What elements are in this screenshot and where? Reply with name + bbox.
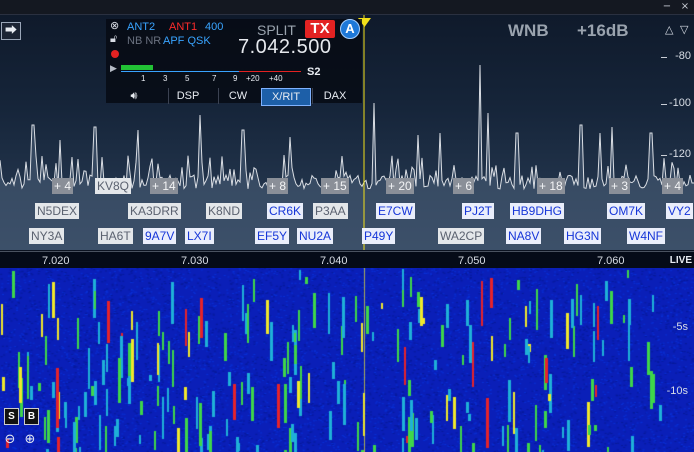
- freq-tick-label: 7.020: [42, 255, 70, 267]
- s-scale-3: 3: [163, 74, 168, 83]
- spot-label[interactable]: W4NF: [627, 228, 665, 244]
- live-label[interactable]: LIVE: [670, 255, 692, 266]
- wnb-label[interactable]: WNB: [508, 21, 549, 41]
- filter-width[interactable]: 400: [205, 21, 223, 33]
- spot-label[interactable]: N5DEX: [35, 203, 80, 219]
- dbm-label-120: -120: [668, 148, 691, 160]
- spot-count[interactable]: + 18: [537, 178, 565, 194]
- play-icon[interactable]: ▶: [110, 62, 117, 74]
- spot-count[interactable]: + 4: [662, 178, 684, 194]
- zoom-out-icon[interactable]: ⊖: [2, 432, 18, 448]
- frequency-scale[interactable]: 7.020 7.030 7.040 7.050 7.060 LIVE: [0, 251, 694, 269]
- spot-label[interactable]: HB9DHG: [510, 203, 565, 219]
- s-meter: 1 3 5 7 9 +20 +40: [121, 65, 301, 83]
- spot-label[interactable]: NY3A: [29, 228, 65, 244]
- split-label[interactable]: SPLIT: [257, 22, 296, 38]
- dbm-tick: [661, 104, 667, 105]
- waterfall[interactable]: -5s -10s S B: [0, 268, 694, 452]
- spot-count[interactable]: + 6: [453, 178, 475, 194]
- freq-tick-label: 7.050: [458, 255, 486, 267]
- spot-label[interactable]: LX7I: [185, 228, 214, 244]
- s-scale-5: 5: [185, 74, 190, 83]
- spot-label[interactable]: K8ND: [206, 203, 243, 219]
- time-label-5s: -5s: [672, 321, 688, 333]
- spot-label[interactable]: P3AA: [313, 203, 348, 219]
- dbm-label-80: -80: [675, 50, 691, 62]
- spot-label[interactable]: NA8V: [506, 228, 542, 244]
- panadapter[interactable]: ⮕ ⊗ ANT2 ANT1 400 🔓︎ NB NR APF QSK ▶ 7.0…: [0, 15, 694, 250]
- xrit-button[interactable]: X/RIT: [261, 88, 311, 106]
- slice-letter-badge[interactable]: A: [340, 19, 360, 39]
- spot-label[interactable]: E7CW: [376, 203, 415, 219]
- speaker-icon[interactable]: 🔊︎: [116, 88, 152, 104]
- close-icon[interactable]: ⊗: [110, 20, 119, 32]
- spot-count[interactable]: + 3: [609, 178, 631, 194]
- spot-label[interactable]: CR6K: [267, 203, 304, 219]
- s-scale-9: 9: [233, 74, 238, 83]
- spot-count[interactable]: + 15: [321, 178, 349, 194]
- s-scale-plus20: +20: [246, 74, 260, 83]
- freq-tick-label: 7.060: [597, 255, 625, 267]
- s-scale-7: 7: [212, 74, 217, 83]
- dsp-button[interactable]: DSP: [168, 88, 207, 104]
- record-icon[interactable]: [111, 50, 119, 58]
- s-meter-reading: S2: [307, 66, 321, 78]
- nb-nr-flags[interactable]: NB NR: [127, 35, 161, 47]
- s-button[interactable]: S: [4, 408, 19, 425]
- spot-label[interactable]: KA3DRR: [128, 203, 181, 219]
- freq-tick-label: 7.030: [181, 255, 209, 267]
- collapse-arrow-button[interactable]: ⮕: [1, 22, 21, 40]
- signal-level: +16dB: [577, 21, 629, 40]
- waterfall-canvas: [0, 268, 694, 452]
- time-label-10s: -10s: [666, 385, 688, 397]
- spot-label[interactable]: P49Y: [362, 228, 396, 244]
- dbm-tick: [661, 57, 667, 58]
- lock-icon[interactable]: 🔓︎: [110, 33, 117, 45]
- dax-button[interactable]: DAX: [312, 88, 357, 104]
- spot-label[interactable]: HG3N: [564, 228, 602, 244]
- zoom-in-icon[interactable]: ⊕: [22, 432, 38, 448]
- spot-label[interactable]: PJ2T: [462, 203, 495, 219]
- apf-qsk-flags[interactable]: APF QSK: [163, 35, 211, 47]
- spot-count[interactable]: + 14: [150, 178, 178, 194]
- spot-label[interactable]: HA6T: [98, 228, 133, 244]
- spot-count[interactable]: + 20: [386, 178, 414, 194]
- spot-label[interactable]: 9A7V: [143, 228, 177, 244]
- s-scale-1: 1: [141, 74, 146, 83]
- spot-label[interactable]: EF5Y: [255, 228, 290, 244]
- dbm-tick: [661, 155, 667, 156]
- spot-label[interactable]: VY2: [666, 203, 693, 219]
- spot-label[interactable]: OM7K: [607, 203, 646, 219]
- s-scale-plus40: +40: [269, 74, 283, 83]
- b-button[interactable]: B: [24, 408, 39, 425]
- spot-label[interactable]: WA2CP: [438, 228, 485, 244]
- tx-badge[interactable]: TX: [305, 20, 335, 38]
- cw-button[interactable]: CW: [218, 88, 257, 104]
- frequency-display[interactable]: 7.042.500: [238, 36, 331, 59]
- rx-antenna[interactable]: ANT2: [127, 21, 155, 33]
- spot-count[interactable]: + 4: [52, 178, 74, 194]
- tx-antenna[interactable]: ANT1: [169, 21, 197, 33]
- freq-tick-label: 7.040: [320, 255, 348, 267]
- minimize-button[interactable]: −: [660, 1, 674, 13]
- title-bar: − ×: [0, 0, 694, 15]
- dbm-label-100: -100: [668, 97, 691, 109]
- spot-count[interactable]: + 8: [267, 178, 289, 194]
- spot-label[interactable]: KV8Q: [95, 178, 132, 194]
- zoom-in-triangle-icon[interactable]: ▽: [680, 23, 688, 36]
- spot-label[interactable]: NU2A: [297, 228, 334, 244]
- close-button[interactable]: ×: [678, 1, 692, 13]
- zoom-out-triangle-icon[interactable]: △: [665, 23, 673, 36]
